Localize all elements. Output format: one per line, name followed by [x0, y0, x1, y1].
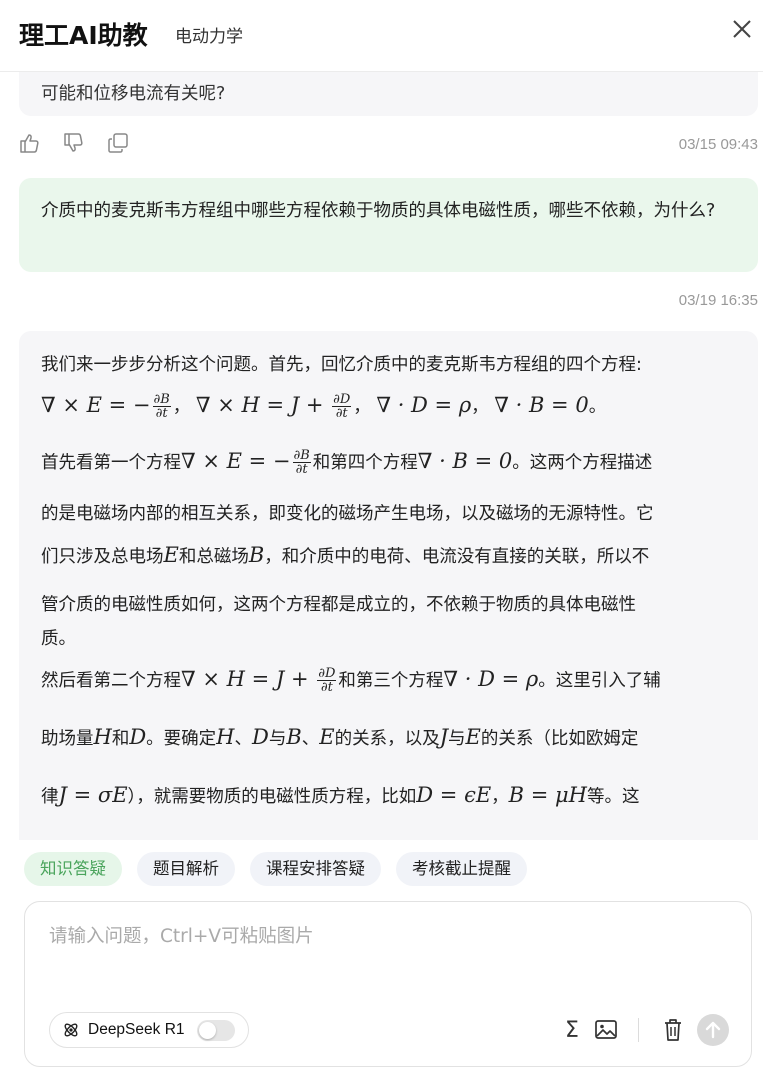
question-input-box[interactable]: 请输入问题，Ctrl+V可粘贴图片 DeepSeek R1 Σ	[24, 901, 752, 1067]
header: 理工AI助教 电动力学	[0, 0, 763, 72]
previous-answer-bubble: 可能和位移电流有关呢?	[19, 72, 758, 116]
tag-course-schedule[interactable]: 课程安排答疑	[250, 852, 381, 886]
message-actions	[19, 132, 129, 156]
question-input-placeholder[interactable]: 请输入问题，Ctrl+V可粘贴图片	[49, 922, 314, 948]
subject-label: 电动力学	[175, 27, 243, 47]
answer-paragraph-line: 质。	[41, 629, 76, 649]
answer-paragraph-line: 律J = σE），就需要物质的电磁性质方程，比如D = ϵE，B = μH等。这	[41, 783, 640, 807]
send-button[interactable]	[697, 1014, 729, 1046]
answer-paragraph-line: 助场量H和D。要确定H、D与B、E的关系，以及J与E的关系（比如欧姆定	[41, 725, 639, 749]
answer-paragraph-line: 们只涉及总电场E和总磁场B，和介质中的电荷、电流没有直接的关联，所以不	[41, 543, 650, 567]
faraday-equation: ∇ × E = − ∂B ∂t	[41, 392, 171, 421]
model-name: DeepSeek R1	[88, 1021, 185, 1038]
tag-knowledge-qa[interactable]: 知识答疑	[24, 852, 122, 886]
message-timestamp: 03/15 09:43	[678, 136, 758, 153]
app-title: 理工AI助教	[19, 21, 148, 50]
gauss-equation: ∇ · D = ρ	[376, 393, 472, 417]
gauss-magnetism-equation: ∇ · B = 0	[494, 393, 589, 417]
answer-intro: 我们来一步步分析这个问题。首先，回忆介质中的麦克斯韦方程组的四个方程:	[41, 355, 642, 375]
previous-answer-text: 可能和位移电流有关呢?	[41, 84, 226, 104]
user-message-text: 介质中的麦克斯韦方程组中哪些方程依赖于物质的具体电磁性质，哪些不依赖，为什么?	[41, 201, 716, 221]
thumbs-up-icon[interactable]	[19, 132, 41, 154]
ai-answer-bubble: 我们来一步步分析这个问题。首先，回忆介质中的麦克斯韦方程组的四个方程: ∇ × …	[19, 331, 758, 840]
quick-tags: 知识答疑 题目解析 课程安排答疑 考核截止提醒	[24, 852, 527, 886]
deep-think-toggle[interactable]	[196, 1019, 235, 1041]
answer-paragraph-line: 的是电磁场内部的相互关系，即变化的磁场产生电场，以及磁场的无源特性。它	[41, 504, 654, 524]
answer-paragraph-line: 管介质的电磁性质如何，这两个方程都是成立的，不依赖于物质的具体电磁性	[41, 595, 636, 615]
maxwell-equations-line: ∇ × E = − ∂B ∂t， ∇ × H = J + ∂D ∂t， ∇ · D =…	[41, 392, 607, 421]
toggle-knob	[198, 1021, 216, 1039]
model-selector[interactable]: DeepSeek R1	[49, 1012, 249, 1048]
image-upload-icon[interactable]	[593, 1016, 619, 1044]
user-message-bubble: 介质中的麦克斯韦方程组中哪些方程依赖于物质的具体电磁性质，哪些不依赖，为什么?	[19, 178, 758, 272]
tag-problem-analysis[interactable]: 题目解析	[137, 852, 235, 886]
user-message-timestamp: 03/19 16:35	[678, 292, 758, 309]
tag-deadline-reminder[interactable]: 考核截止提醒	[396, 852, 527, 886]
answer-paragraph-line: 然后看第二个方程∇ × H = J + ∂D ∂t 和第三个方程∇ · D = ρ。…	[41, 666, 661, 695]
close-icon[interactable]	[729, 16, 755, 42]
deepseek-logo-icon	[64, 1023, 78, 1037]
ampere-equation: ∇ × H = J + ∂D ∂t	[195, 392, 352, 421]
chat-area: 可能和位移电流有关呢? 03/15 09:43 介质中的麦克斯韦方程组中哪些方程…	[0, 72, 763, 840]
toolbar-divider	[638, 1018, 639, 1042]
answer-paragraph-line: 首先看第一个方程∇ × E = − ∂B ∂t 和第四个方程∇ · B = 0。这两个…	[41, 448, 653, 477]
copy-icon[interactable]	[107, 132, 129, 154]
arrow-up-icon	[705, 1021, 721, 1039]
formula-icon[interactable]: Σ	[559, 1016, 585, 1044]
trash-icon[interactable]	[660, 1016, 686, 1044]
thumbs-down-icon[interactable]	[63, 132, 85, 154]
